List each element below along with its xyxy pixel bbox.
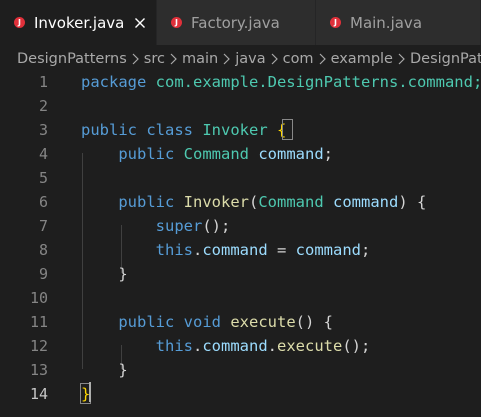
tab-label: Invoker.java [34,13,125,32]
code-line-current[interactable]: 14 } [0,382,481,406]
code-line[interactable]: 6 public Invoker(Command command) { [0,190,481,214]
line-number: 11 [29,313,48,331]
breadcrumb-item-com[interactable]: com [283,51,314,67]
code-text: } [118,361,128,379]
tab-label: Main.java [350,13,423,32]
chevron-right-icon [170,53,177,65]
code-line[interactable]: 5 [0,166,481,190]
code-line[interactable]: 11 public void execute() { [0,310,481,334]
tab-label: Factory.java [191,13,280,32]
close-icon [135,17,146,28]
chevron-right-icon [398,53,405,65]
line-number: 14 [29,385,48,403]
breadcrumb-item-java[interactable]: java [235,51,265,67]
code-line[interactable]: 4 public Command command; [0,142,481,166]
breadcrumb-item-designpatterns-pkg[interactable]: DesignPatterns [410,51,481,67]
breadcrumb: DesignPatterns src main java com example… [0,45,481,72]
code-text: } [118,265,128,283]
code-text: this.command = command; [155,241,371,259]
code-line[interactable]: 13 } [0,358,481,382]
line-number: 10 [29,289,48,307]
chevron-right-icon [132,53,139,65]
code-editor[interactable]: 1 package com.example.DesignPatterns.com… [0,72,481,417]
code-line[interactable]: 7 super(); [0,214,481,238]
code-text: public void execute() { [118,313,333,331]
line-number: 7 [38,217,48,235]
breadcrumb-item-main[interactable]: main [182,51,218,67]
line-number: 3 [38,121,48,139]
chevron-right-icon [223,53,231,65]
breadcrumb-item-designpatterns[interactable]: DesignPatterns [17,51,127,67]
code-text: this.command.execute(); [155,337,371,355]
code-line[interactable]: 1 package com.example.DesignPatterns.com… [0,72,481,94]
line-number: 2 [38,97,48,115]
close-tab-button[interactable] [132,15,148,31]
text-cursor [89,382,91,402]
line-number: 5 [38,169,48,187]
java-file-icon: J [14,17,25,28]
line-number: 1 [38,73,48,91]
chevron-right-icon [319,53,326,65]
line-number: 9 [38,265,48,283]
code-line[interactable]: 9 } [0,262,481,286]
code-text: super(); [155,217,231,235]
line-number: 4 [38,145,48,163]
breadcrumb-item-example[interactable]: example [331,51,393,67]
tab-main-java[interactable]: J Main.java [316,0,481,45]
breadcrumb-item-src[interactable]: src [144,51,165,67]
line-number: 6 [38,193,48,211]
chevron-right-icon [271,53,278,65]
code-line[interactable]: 2 [0,94,481,118]
tab-invoker-java[interactable]: J Invoker.java [0,0,157,45]
code-line[interactable]: 10 [0,286,481,310]
code-text: public Command command; [118,145,334,163]
editor-tab-bar: J Invoker.java J Factory.java J Main.jav… [0,0,481,45]
code-text: package com.example.DesignPatterns.comma… [81,73,481,91]
code-line[interactable]: 3 public class Invoker { [0,118,481,142]
java-file-icon: J [171,17,182,28]
code-line[interactable]: 8 this.command = command; [0,238,481,262]
tab-factory-java[interactable]: J Factory.java [157,0,316,45]
line-number: 13 [29,361,48,379]
code-text: public class Invoker { [81,121,287,139]
bracket-match-highlight [282,119,293,140]
java-file-icon: J [330,17,341,28]
line-number: 8 [38,241,48,259]
code-text: public Invoker(Command command) { [118,193,427,211]
line-number: 12 [29,337,48,355]
code-line[interactable]: 12 this.command.execute(); [0,334,481,358]
